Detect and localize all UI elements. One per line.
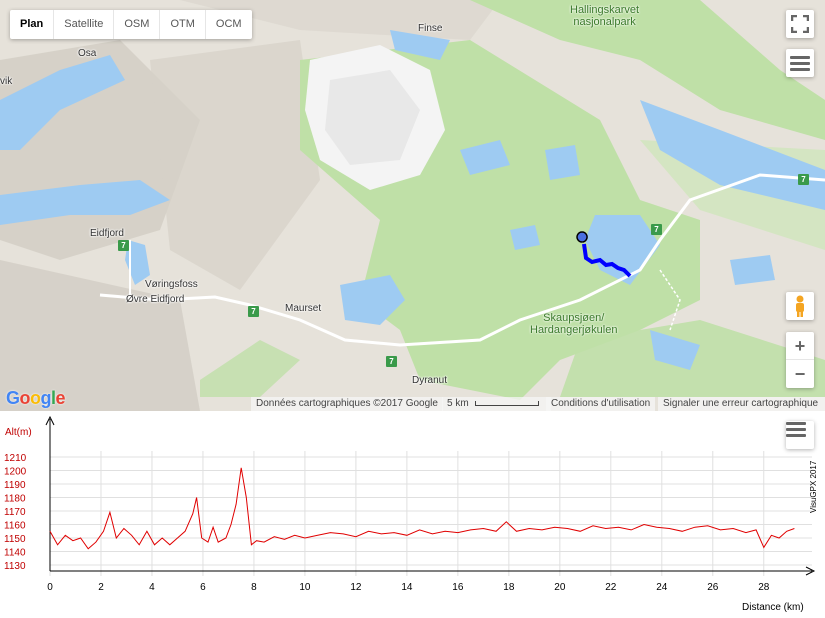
map-terrain xyxy=(0,0,825,411)
y-tick-label: 1200 xyxy=(4,467,27,478)
x-tick-label: 28 xyxy=(758,582,770,593)
x-tick-label: 2 xyxy=(98,582,104,593)
place-osa: Osa xyxy=(78,48,97,59)
visugpx-credit: VisuGPX 2017 xyxy=(809,460,818,513)
place-voringsfoss: Vøringsfoss xyxy=(145,279,198,290)
x-tick-label: 4 xyxy=(149,582,155,593)
map-menu-button[interactable] xyxy=(786,49,814,77)
hamburger-icon xyxy=(790,56,810,71)
elevation-profile: Alt(m) Distance (km) VisuGPX 2017 1130 11… xyxy=(0,411,825,618)
x-tick-label: 20 xyxy=(554,582,566,593)
zoom-in-button[interactable]: + xyxy=(786,332,814,360)
map-view[interactable]: Plan Satellite OSM OTM OCM + − Osa vik F… xyxy=(0,0,825,411)
map-type-selector: Plan Satellite OSM OTM OCM xyxy=(10,10,252,39)
y-axis-label: Alt(m) xyxy=(5,427,32,438)
y-tick-label: 1140 xyxy=(4,548,26,559)
map-attribution: Données cartographiques ©2017 Google xyxy=(251,397,443,411)
hamburger-icon xyxy=(786,422,806,437)
fullscreen-button[interactable] xyxy=(786,10,814,38)
y-tick-label: 1130 xyxy=(4,561,26,572)
map-type-ocm[interactable]: OCM xyxy=(206,10,252,39)
park-hardangerjokulen: Skaupsjøen/ Hardangerjøkulen xyxy=(530,312,618,336)
place-maurset: Maurset xyxy=(285,303,322,314)
x-tick-label: 12 xyxy=(350,582,362,593)
x-tick-label: 14 xyxy=(401,582,413,593)
x-tick-label: 18 xyxy=(503,582,515,593)
map-type-otm[interactable]: OTM xyxy=(160,10,206,39)
road-shield: 7 xyxy=(651,224,662,235)
y-tick-label: 1180 xyxy=(4,494,26,505)
x-tick-label: 24 xyxy=(656,582,668,593)
terms-link[interactable]: Conditions d'utilisation xyxy=(546,397,656,411)
x-tick-label: 10 xyxy=(299,582,311,593)
report-error-link[interactable]: Signaler une erreur cartographique xyxy=(658,397,825,411)
y-tick-label: 1150 xyxy=(4,534,26,545)
x-tick-label: 26 xyxy=(707,582,719,593)
pegman-icon xyxy=(796,295,804,317)
place-ovre-eidfjord: Øvre Eidfjord xyxy=(126,294,185,305)
x-tick-label: 16 xyxy=(452,582,464,593)
map-type-osm[interactable]: OSM xyxy=(114,10,161,39)
fullscreen-icon xyxy=(791,15,809,33)
x-tick-label: 0 xyxy=(47,582,53,593)
place-dyranut: Dyranut xyxy=(412,375,448,386)
place-eidfjord: Eidfjord xyxy=(90,228,124,239)
place-vik: vik xyxy=(0,76,13,87)
map-scale: 5 km xyxy=(442,397,551,411)
google-logo: Google xyxy=(6,388,66,408)
x-tick-label: 6 xyxy=(200,582,206,593)
elevation-line xyxy=(49,467,795,550)
park-hallingskarvet: Hallingskarvet nasjonalpark xyxy=(570,4,640,28)
road-shield: 7 xyxy=(118,240,129,251)
zoom-control: + − xyxy=(786,332,814,388)
road-shield: 7 xyxy=(248,306,259,317)
x-axis-label: Distance (km) xyxy=(742,602,804,613)
road-shield: 7 xyxy=(386,356,397,367)
map-type-plan[interactable]: Plan xyxy=(10,10,55,39)
street-view-button[interactable] xyxy=(786,292,814,320)
y-tick-label: 1190 xyxy=(4,480,26,491)
map-type-satellite[interactable]: Satellite xyxy=(54,10,115,39)
y-tick-label: 1210 xyxy=(4,453,27,464)
scale-bar xyxy=(475,400,540,406)
elevation-chart: Alt(m) Distance (km) VisuGPX 2017 1130 11… xyxy=(4,415,818,613)
x-tick-label: 8 xyxy=(251,582,257,593)
y-tick-label: 1160 xyxy=(4,521,26,532)
place-finse: Finse xyxy=(418,23,443,34)
map-scale-label: 5 km xyxy=(447,398,469,409)
zoom-out-button[interactable]: − xyxy=(786,360,814,388)
y-tick-label: 1170 xyxy=(4,507,26,518)
x-tick-label: 22 xyxy=(605,582,617,593)
road-shield: 7 xyxy=(798,174,809,185)
profile-menu-button[interactable] xyxy=(786,421,814,449)
